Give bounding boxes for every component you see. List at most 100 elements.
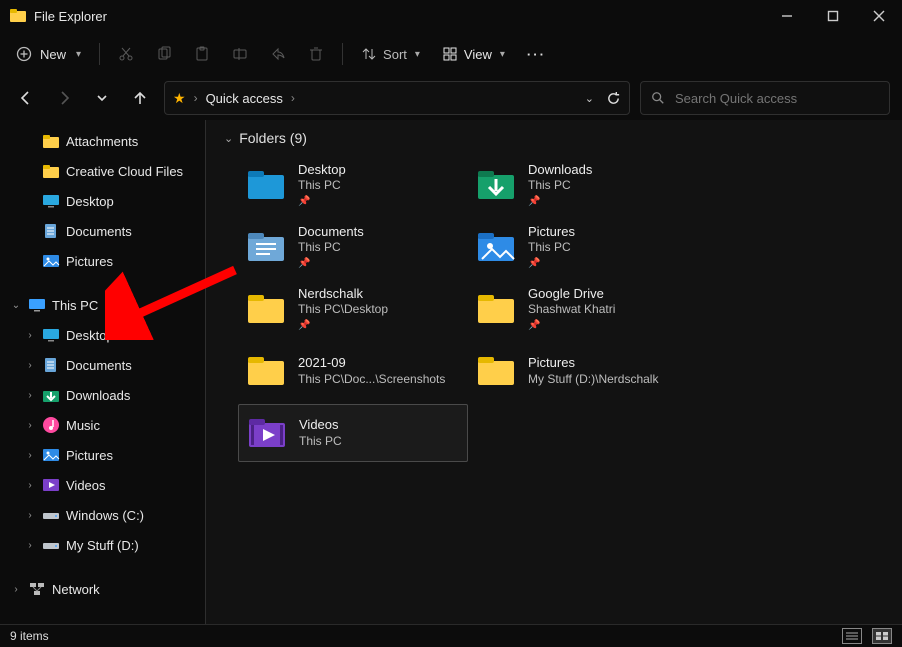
- folder-location: This PC: [298, 179, 346, 192]
- folder-card[interactable]: DesktopThis PC📌: [238, 156, 468, 214]
- forward-button[interactable]: [50, 84, 78, 112]
- folder-card[interactable]: PicturesThis PC📌: [468, 218, 698, 276]
- address-bar[interactable]: ★ › Quick access › ⌄: [164, 81, 630, 115]
- recent-locations-button[interactable]: [88, 84, 116, 112]
- chevron-icon[interactable]: ›: [24, 419, 36, 431]
- search-input[interactable]: [675, 91, 879, 106]
- chevron-down-icon: ▾: [415, 49, 420, 60]
- documents-folder-icon: [246, 227, 286, 267]
- sidebar-item-creative-cloud-files[interactable]: ›Creative Cloud Files: [0, 156, 205, 186]
- sidebar-item-documents[interactable]: ›Documents: [0, 350, 205, 380]
- rename-button[interactable]: [222, 39, 258, 69]
- up-button[interactable]: [126, 84, 154, 112]
- delete-button[interactable]: [298, 39, 334, 69]
- sidebar-item-label: Downloads: [66, 388, 130, 403]
- search-box[interactable]: [640, 81, 890, 115]
- folder-card[interactable]: 2021-09 This PC\Doc...\Screenshots: [238, 342, 468, 400]
- view-button[interactable]: View ▾: [432, 39, 515, 69]
- sidebar-item-windows-c-[interactable]: ›Windows (C:): [0, 500, 205, 530]
- folder-card[interactable]: Google DriveShashwat Khatri📌: [468, 280, 698, 338]
- details-view-toggle[interactable]: [842, 628, 862, 644]
- close-button[interactable]: [856, 0, 902, 32]
- paste-button[interactable]: [184, 39, 220, 69]
- drive-icon: [42, 536, 60, 554]
- address-dropdown-button[interactable]: ⌄: [585, 92, 594, 105]
- chevron-icon[interactable]: ›: [24, 479, 36, 491]
- thumbnails-view-toggle[interactable]: [872, 628, 892, 644]
- music-icon: [42, 416, 60, 434]
- sidebar-item-label: Attachments: [66, 134, 138, 149]
- refresh-button[interactable]: [606, 91, 621, 106]
- folder-card[interactable]: NerdschalkThis PC\Desktop📌: [238, 280, 468, 338]
- view-button-label: View: [464, 47, 492, 62]
- sort-button[interactable]: Sort ▾: [351, 39, 430, 69]
- videos-folder-icon: [247, 413, 287, 453]
- status-bar: 9 items: [0, 624, 902, 646]
- folder-location: This PC: [299, 435, 342, 448]
- chevron-icon[interactable]: ›: [24, 539, 36, 551]
- new-button[interactable]: New ▾: [6, 39, 91, 69]
- command-bar: New ▾ Sort ▾ View ▾ ···: [0, 32, 902, 76]
- chevron-icon[interactable]: ›: [24, 389, 36, 401]
- sidebar-item-label: Videos: [66, 478, 106, 493]
- share-button[interactable]: [260, 39, 296, 69]
- sidebar-item-desktop[interactable]: ›Desktop: [0, 320, 205, 350]
- folder-name: Pictures: [528, 225, 575, 239]
- sidebar-item-desktop[interactable]: ›Desktop: [0, 186, 205, 216]
- desktop-icon: [42, 326, 60, 344]
- folder-card[interactable]: DownloadsThis PC📌: [468, 156, 698, 214]
- pin-icon: 📌: [298, 320, 388, 331]
- cut-button[interactable]: [108, 39, 144, 69]
- pictures-icon: [42, 252, 60, 270]
- pictures-icon: [42, 446, 60, 464]
- sidebar-item-attachments[interactable]: ›Attachments: [0, 126, 205, 156]
- documents-icon: [42, 222, 60, 240]
- folder-card[interactable]: PicturesMy Stuff (D:)\Nerdschalk: [468, 342, 698, 400]
- copy-button[interactable]: [146, 39, 182, 69]
- breadcrumb-separator: ›: [194, 91, 198, 105]
- folder-name: 2021-09: [298, 356, 445, 370]
- downloads-icon: [42, 386, 60, 404]
- chevron-icon[interactable]: ›: [10, 583, 22, 595]
- more-button[interactable]: ···: [517, 39, 556, 69]
- chevron-down-icon: ▾: [500, 49, 505, 60]
- sidebar-item-my-stuff-d-[interactable]: › My Stuff (D:): [0, 530, 205, 560]
- sidebar-item-label: Pictures: [66, 254, 113, 269]
- pin-icon: 📌: [528, 320, 615, 331]
- quick-access-star-icon: ★: [173, 90, 186, 107]
- monitor-icon: [28, 296, 46, 314]
- folder-location: This PC\Doc...\Screenshots: [298, 373, 445, 386]
- pin-icon: 📌: [528, 196, 592, 207]
- folder-name: Downloads: [528, 163, 592, 177]
- sidebar-item-downloads[interactable]: › Downloads: [0, 380, 205, 410]
- sidebar-item-label: My Stuff (D:): [66, 538, 139, 553]
- chevron-icon[interactable]: ›: [24, 359, 36, 371]
- chevron-down-icon: ⌄: [224, 132, 233, 145]
- sidebar-item-music[interactable]: › Music: [0, 410, 205, 440]
- sidebar-item-this-pc[interactable]: ⌄This PC: [0, 290, 205, 320]
- chevron-icon[interactable]: ⌄: [10, 299, 22, 311]
- section-title: Folders (9): [239, 130, 307, 146]
- minimize-button[interactable]: [764, 0, 810, 32]
- sidebar-item-documents[interactable]: ›Documents: [0, 216, 205, 246]
- sidebar-item-videos[interactable]: › Videos: [0, 470, 205, 500]
- folder-folder-icon: [476, 351, 516, 391]
- chevron-icon[interactable]: ›: [24, 329, 36, 341]
- maximize-button[interactable]: [810, 0, 856, 32]
- section-header[interactable]: ⌄ Folders (9): [224, 130, 884, 146]
- breadcrumb-location[interactable]: Quick access: [206, 91, 283, 106]
- folder-location: Shashwat Khatri: [528, 303, 615, 316]
- chevron-icon[interactable]: ›: [24, 509, 36, 521]
- sidebar-item-pictures[interactable]: ›Pictures: [0, 246, 205, 276]
- sidebar-item-network[interactable]: ›Network: [0, 574, 205, 604]
- sidebar-item-pictures[interactable]: ›Pictures: [0, 440, 205, 470]
- folder-card[interactable]: VideosThis PC: [238, 404, 468, 462]
- folder-card[interactable]: DocumentsThis PC📌: [238, 218, 468, 276]
- folder-name: Documents: [298, 225, 364, 239]
- sidebar-item-label: Music: [66, 418, 100, 433]
- file-explorer-icon: [10, 8, 26, 24]
- chevron-icon[interactable]: ›: [24, 449, 36, 461]
- search-icon: [651, 91, 665, 105]
- navigation-pane: ›Attachments›Creative Cloud Files›Deskto…: [0, 120, 205, 624]
- back-button[interactable]: [12, 84, 40, 112]
